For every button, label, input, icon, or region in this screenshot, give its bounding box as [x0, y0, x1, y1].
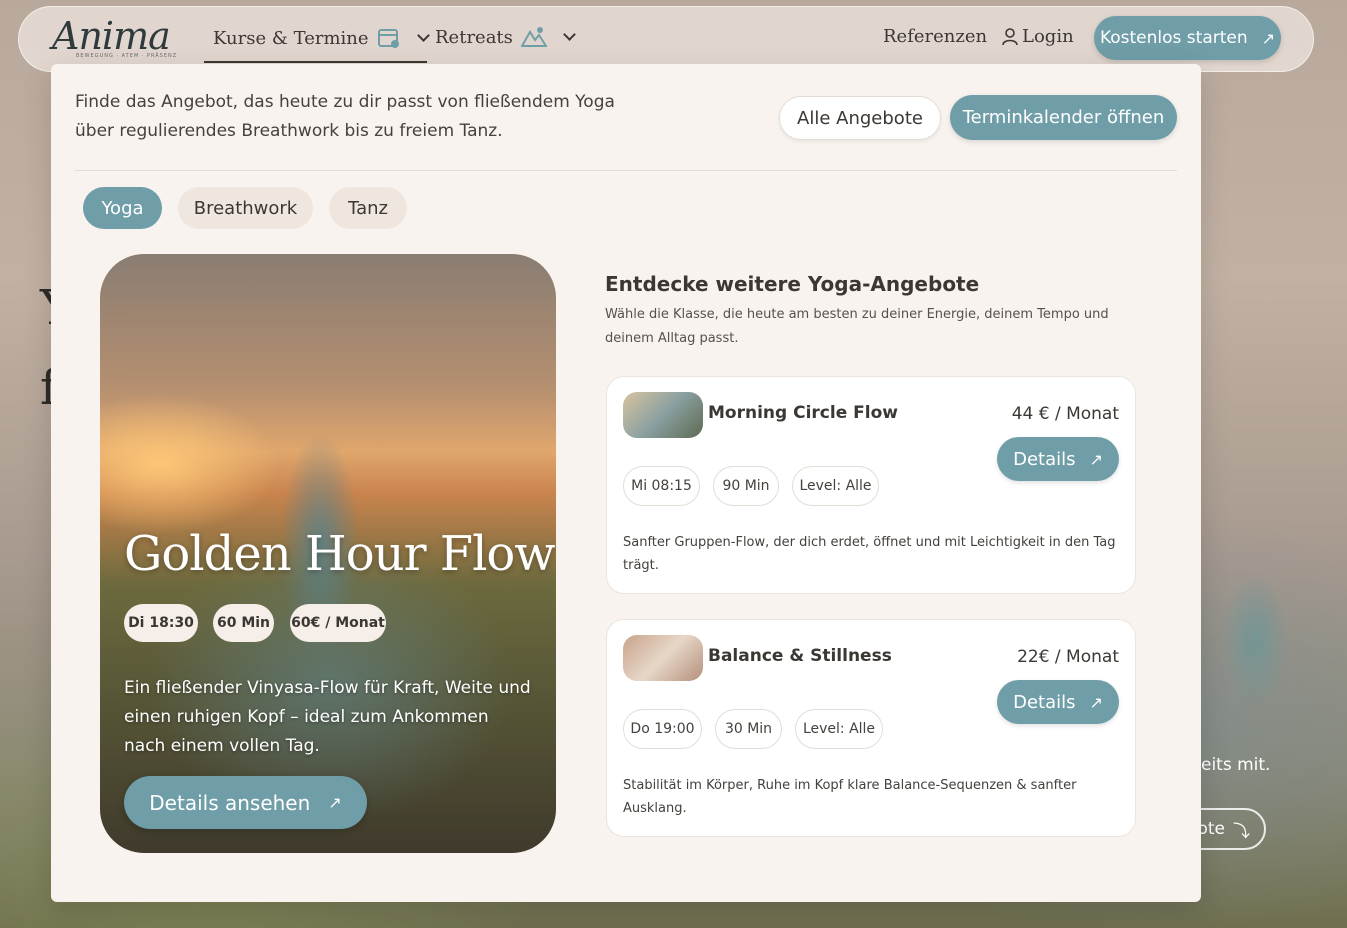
offer-description: Sanfter Gruppen-Flow, der dich erdet, öf… — [623, 535, 1116, 573]
featured-price-pill: 60€ / Monat — [290, 604, 386, 642]
featured-time-pill: Di 18:30 — [124, 604, 198, 642]
more-offers-title: Entdecke weitere Yoga-Angebote — [605, 272, 980, 296]
mega-menu-panel: Finde das Angebot, das heute zu dir pass… — [51, 64, 1201, 902]
tab-tanz[interactable]: Tanz — [329, 187, 407, 229]
offer-time-pill: Mi 08:15 — [623, 466, 700, 506]
logo-tagline: BEWEGUNG · ATEM · PRÄSENZ — [76, 53, 178, 59]
hero-text-fragment: eits mit. — [1201, 755, 1271, 775]
mountain-icon — [520, 27, 547, 47]
featured-duration-pill: 60 Min — [213, 604, 274, 642]
featured-title: Golden Hour Flow — [124, 526, 555, 582]
divider — [75, 170, 1177, 171]
offer-details-button[interactable]: Details ↗ — [997, 680, 1119, 724]
offer-name: Balance & Stillness — [708, 646, 892, 666]
offer-thumbnail — [623, 635, 703, 681]
panel-intro: Finde das Angebot, das heute zu dir pass… — [75, 92, 615, 141]
open-calendar-button[interactable]: Terminkalender öffnen — [950, 95, 1177, 140]
nav-retreats[interactable]: Retreats — [435, 26, 576, 48]
arrow-up-right-icon: ↗ — [1089, 692, 1103, 712]
featured-description: Ein fließender Vinyasa-Flow für Kraft, W… — [124, 678, 531, 756]
more-offers-subtitle: Wähle die Klasse, die heute am besten zu… — [605, 307, 1109, 346]
featured-details-button[interactable]: Details ansehen ↗ — [124, 776, 367, 829]
nav-kurse-termine[interactable]: Kurse & Termine — [213, 26, 430, 50]
offer-level-pill: Level: Alle — [792, 466, 879, 506]
nav-referenzen[interactable]: Referenzen — [883, 26, 987, 47]
offer-duration-pill: 90 Min — [713, 466, 779, 506]
login-link[interactable]: Login — [1002, 26, 1074, 47]
featured-course-card[interactable]: Golden Hour Flow Di 18:30 60 Min 60€ / M… — [100, 254, 556, 853]
offer-price: 22€ / Monat — [1017, 647, 1119, 667]
offer-name: Morning Circle Flow — [708, 403, 898, 423]
chevron-down-icon — [563, 28, 576, 41]
calendar-icon — [377, 29, 399, 48]
logo[interactable]: Anima — [52, 14, 171, 58]
arrow-up-right-icon: ↗ — [1089, 449, 1103, 469]
offer-time-pill: Do 19:00 — [623, 709, 702, 749]
offer-card[interactable]: Balance & Stillness 22€ / Monat Details … — [606, 619, 1136, 837]
offer-level-pill: Level: Alle — [795, 709, 883, 749]
user-icon — [1002, 27, 1018, 45]
all-offers-button[interactable]: Alle Angebote — [779, 96, 941, 140]
yoga-pose-image — [250, 344, 380, 704]
offer-description: Stabilität im Körper, Ruhe im Kopf klare… — [623, 778, 1077, 816]
hero-dancer-image — [1195, 530, 1305, 750]
arrow-down-right-icon: ⤵ — [1233, 821, 1250, 842]
offer-duration-pill: 30 Min — [715, 709, 782, 749]
chevron-down-icon — [416, 29, 430, 42]
arrow-up-right-icon: ↗ — [328, 793, 342, 812]
offer-price: 44 € / Monat — [1011, 404, 1119, 424]
nav-active-indicator — [204, 61, 427, 63]
tab-yoga[interactable]: Yoga — [83, 187, 162, 229]
tab-breathwork[interactable]: Breathwork — [178, 187, 313, 229]
arrow-up-right-icon: ↗ — [1261, 28, 1276, 48]
offer-card[interactable]: Morning Circle Flow 44 € / Monat Details… — [606, 376, 1136, 594]
offer-thumbnail — [623, 392, 703, 438]
start-free-button[interactable]: Kostenlos starten ↗ — [1094, 16, 1281, 60]
offer-details-button[interactable]: Details ↗ — [997, 437, 1119, 481]
